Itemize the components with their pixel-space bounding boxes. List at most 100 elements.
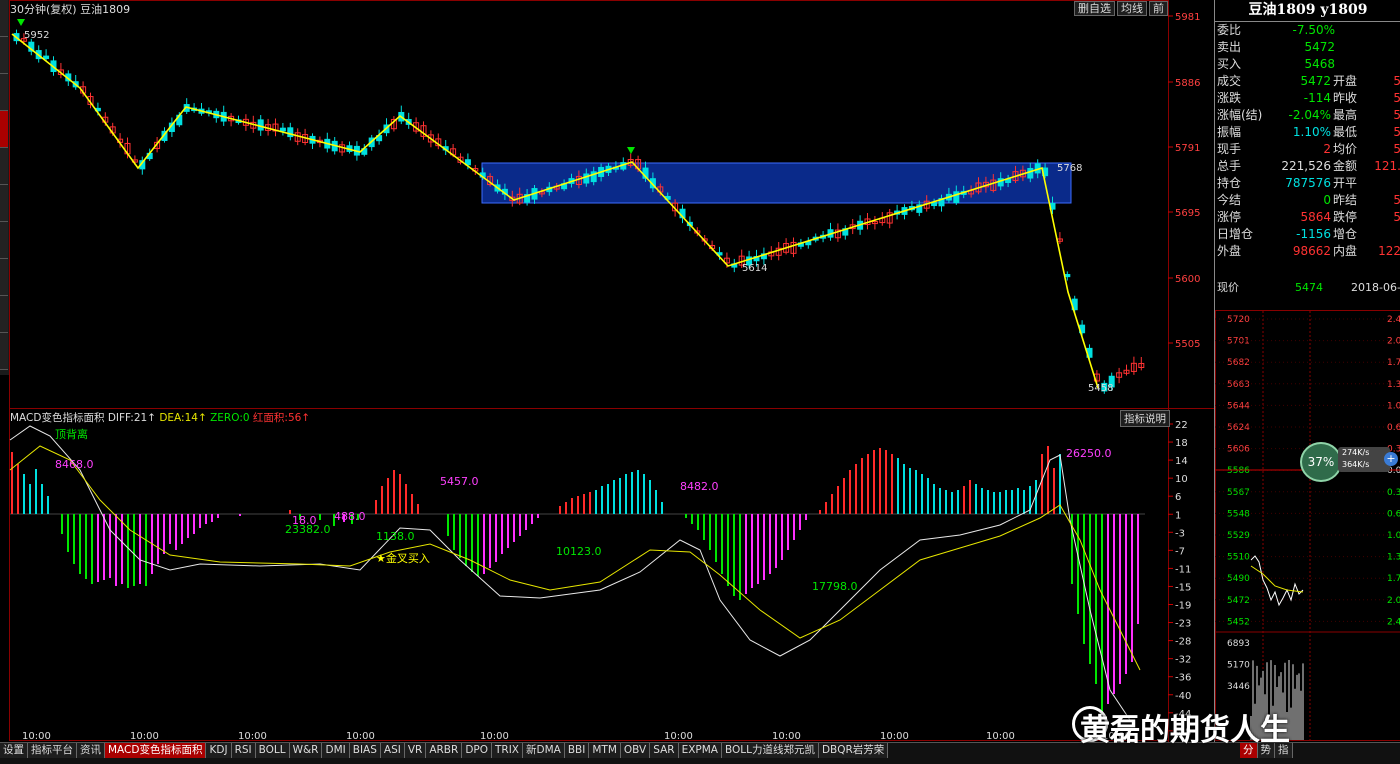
quote-value2: 5 (1393, 209, 1400, 226)
mini-right-tick: 1.02 (1387, 531, 1400, 541)
chart-area[interactable]: 5981588657915695560055055952576856145458… (0, 0, 1214, 742)
macd-header: MACD变色指标面积 DIFF:21↑ DEA:14↑ ZERO:0 红面积:5… (10, 410, 310, 425)
diff-value: 21↑ (134, 412, 156, 424)
tab-ARBR[interactable]: ARBR (426, 743, 462, 758)
price-mark-high: 5952 (24, 30, 49, 41)
macd-tick-label: -40 (1175, 691, 1191, 702)
tab-RSI[interactable]: RSI (232, 743, 256, 758)
ma-button[interactable]: 均线 (1117, 1, 1147, 16)
mini-right-tick: 0.69 (1387, 509, 1400, 519)
tab-KDJ[interactable]: KDJ (206, 743, 231, 758)
quote-key2: 内盘 (1333, 243, 1357, 260)
tab-OBV[interactable]: OBV (621, 743, 650, 758)
tab-ASI[interactable]: ASI (381, 743, 405, 758)
quote-value2: 121. (1374, 158, 1400, 175)
mini-left-tick: 5663 (1227, 380, 1250, 390)
tab-BOLL[interactable]: BOLL (256, 743, 290, 758)
mini-left-tick: 5490 (1227, 574, 1250, 584)
tab-DPO[interactable]: DPO (462, 743, 492, 758)
tab-DBQR岩芳荣[interactable]: DBQR岩芳荣 (819, 743, 888, 758)
mini-left-tick: 5529 (1227, 531, 1250, 541)
time-label: 10:00 (880, 731, 909, 742)
upload-speed: 274K/s (1342, 447, 1390, 459)
candle-body (280, 128, 285, 131)
quote-key: 外盘 (1217, 243, 1241, 260)
time-label: 10:00 (480, 731, 509, 742)
plus-button[interactable]: + (1384, 452, 1398, 466)
tab-VR[interactable]: VR (405, 743, 426, 758)
quote-value: 5864 (1300, 209, 1331, 226)
tab-资讯[interactable]: 资讯 (77, 743, 105, 758)
mini-right-tick: 0.69 (1387, 423, 1400, 433)
candle-body (1065, 275, 1070, 277)
diff-label: DIFF: (108, 412, 134, 424)
mini-price-line (1251, 556, 1303, 605)
quote-title: 豆油1809 y1809 (1215, 0, 1400, 22)
remove-favorite-button[interactable]: 删自选 (1074, 1, 1115, 16)
time-label: 10:00 (772, 731, 801, 742)
mini-right-tick: 2.40 (1387, 315, 1400, 325)
macd-annotation-golden: ★金叉买入 (376, 551, 430, 565)
dea-line (10, 446, 1140, 670)
macd-annotation-a10: 26250.0 (1066, 447, 1112, 460)
tab-新DMA[interactable]: 新DMA (523, 743, 565, 758)
quote-row: 振幅1.10%最低5 (1217, 124, 1400, 141)
quote-row: 委比-7.50% (1217, 22, 1400, 39)
tab-BOLL力道线郑元凯[interactable]: BOLL力道线郑元凯 (722, 743, 819, 758)
quote-value2: 5 (1393, 73, 1400, 90)
mini-left-tick: 5720 (1227, 315, 1250, 325)
macd-tick-label: -11 (1175, 564, 1191, 575)
tab-EXPMA[interactable]: EXPMA (679, 743, 722, 758)
tab-设置[interactable]: 设置 (0, 743, 28, 758)
macd-annotation-a3: 18.0 (292, 514, 317, 527)
candle-body (1028, 168, 1033, 178)
quote-key2: 增仓 (1333, 226, 1357, 243)
zero-label: ZERO: (210, 412, 243, 424)
price-tick-label: 5695 (1175, 208, 1200, 219)
macd-annotation-a9: 17798.0 (812, 580, 858, 593)
mini-left-tick: 5170 (1227, 661, 1250, 671)
red-area-label: 红面积: (253, 412, 288, 424)
diff-line (10, 426, 1130, 720)
tab-DMI[interactable]: DMI (322, 743, 349, 758)
tab-指标平台[interactable]: 指标平台 (28, 743, 77, 758)
mini-left-tick: 5472 (1227, 596, 1250, 606)
macd-tick-label: 10 (1175, 474, 1188, 485)
tab-SAR[interactable]: SAR (650, 743, 678, 758)
quote-value: 2 (1323, 141, 1331, 158)
mini-frame (1216, 311, 1400, 741)
tab-MACD变色指标面积[interactable]: MACD变色指标面积 (105, 743, 206, 758)
indicator-help-button[interactable]: 指标说明 (1120, 410, 1170, 427)
tab-W&R[interactable]: W&R (290, 743, 323, 758)
signal-arrow-icon (17, 19, 25, 26)
quote-panel: 豆油1809 y1809 委比-7.50%卖出5472买入5468成交5472开… (1214, 0, 1400, 742)
quote-value2: 5 (1393, 90, 1400, 107)
zero-value: 0 (243, 412, 250, 424)
quote-row: 涨停5864跌停5 (1217, 209, 1400, 226)
mini-left-tick: 5548 (1227, 509, 1250, 519)
price-tick-label: 5981 (1175, 12, 1200, 23)
quote-value: -1156 (1296, 226, 1331, 243)
tab-MTM[interactable]: MTM (589, 743, 621, 758)
front-button[interactable]: 前 (1149, 1, 1168, 16)
price-tick-label: 5505 (1175, 339, 1200, 350)
candle-body (258, 120, 263, 130)
quote-row: 持仓787576开平 (1217, 175, 1400, 192)
quote-key: 涨跌 (1217, 90, 1241, 107)
mini-left-tick: 5586 (1227, 466, 1250, 476)
quote-row: 现手2均价5 (1217, 141, 1400, 158)
tab-BBI[interactable]: BBI (565, 743, 590, 758)
quote-value2: 5 (1393, 124, 1400, 141)
quote-key: 总手 (1217, 158, 1241, 175)
mini-right-tick: 1.71 (1387, 574, 1400, 584)
quote-row: 今结0昨结5 (1217, 192, 1400, 209)
dea-value: 14↑ (185, 412, 207, 424)
macd-name: MACD变色指标面积 (10, 412, 104, 424)
mini-left-tick: 5606 (1227, 445, 1250, 455)
tab-BIAS[interactable]: BIAS (350, 743, 381, 758)
mini-right-tick: 2.40 (1387, 617, 1400, 627)
tab-TRIX[interactable]: TRIX (492, 743, 523, 758)
quote-key2: 开盘 (1333, 73, 1357, 90)
macd-tick-label: -23 (1175, 619, 1191, 630)
cpu-dial[interactable]: 37% (1300, 442, 1342, 482)
